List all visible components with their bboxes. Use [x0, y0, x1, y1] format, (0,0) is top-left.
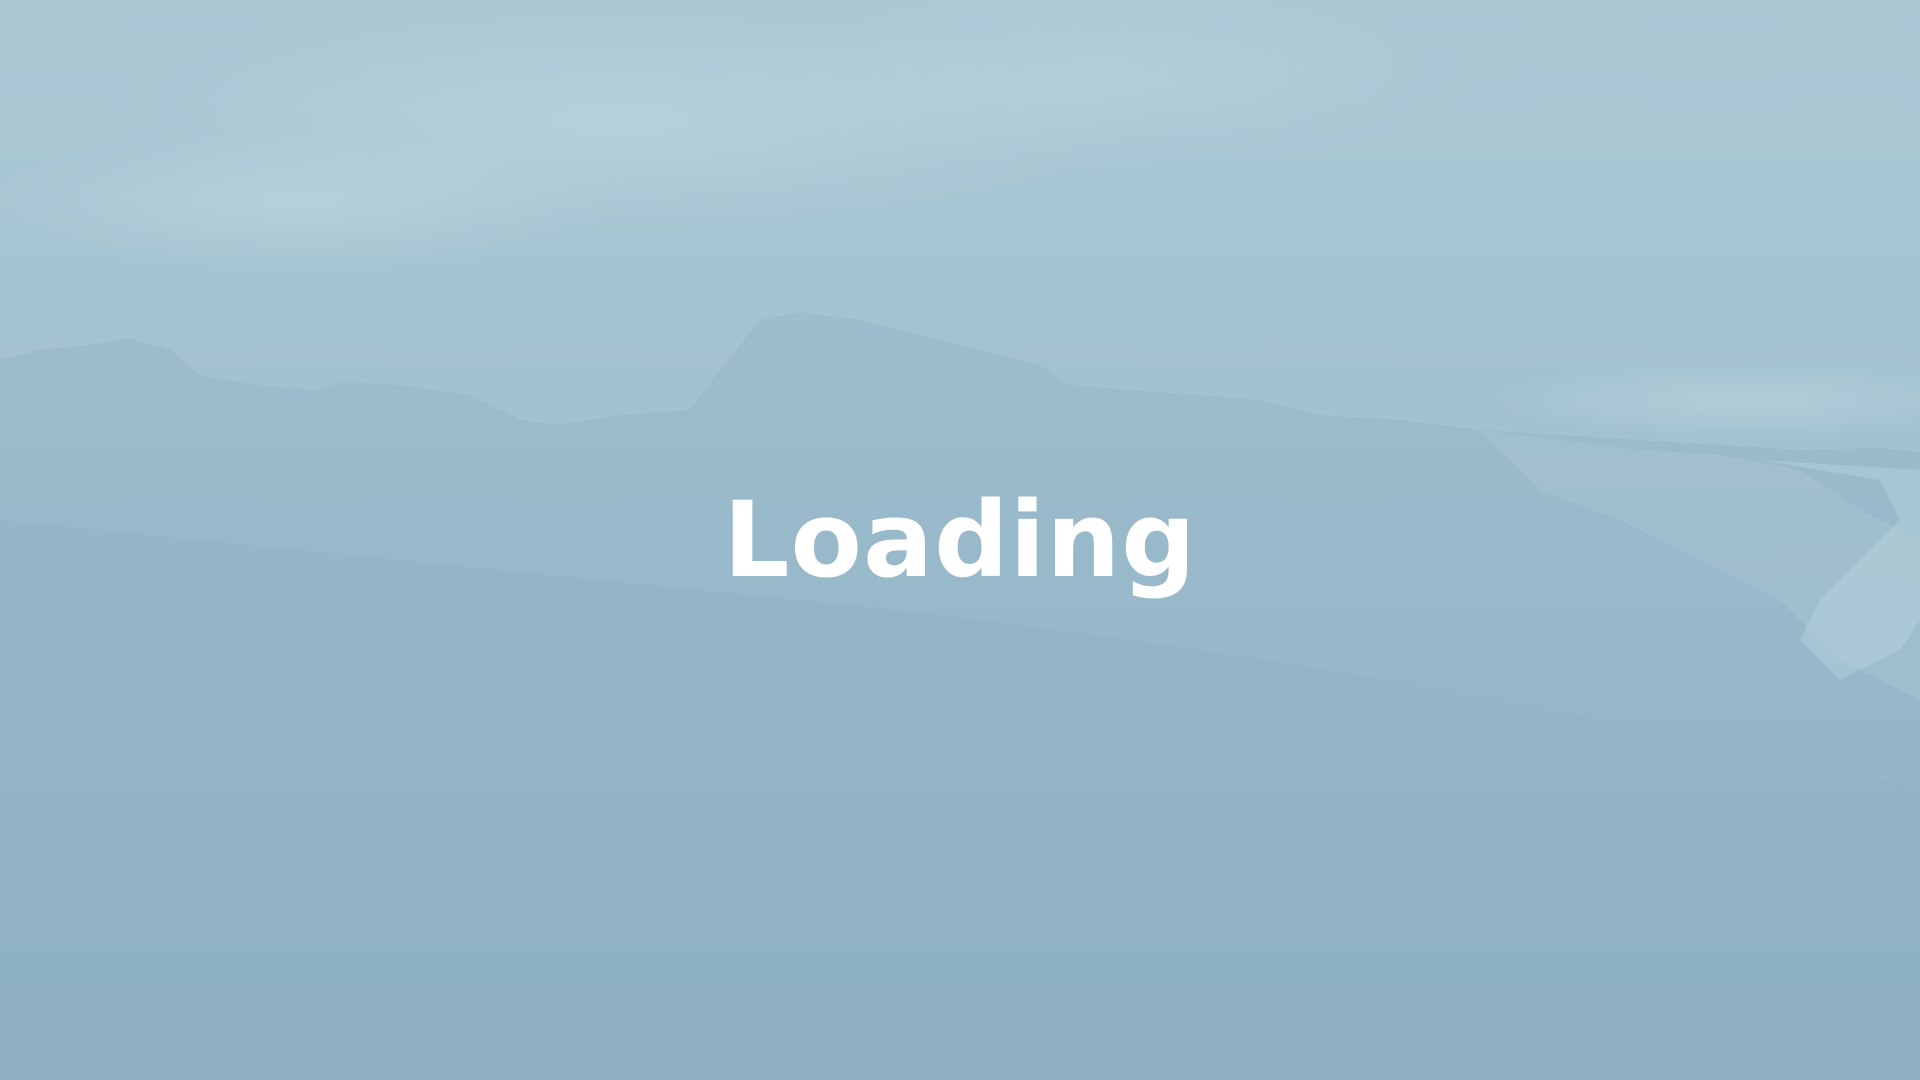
loading-text: Loading: [723, 479, 1197, 601]
